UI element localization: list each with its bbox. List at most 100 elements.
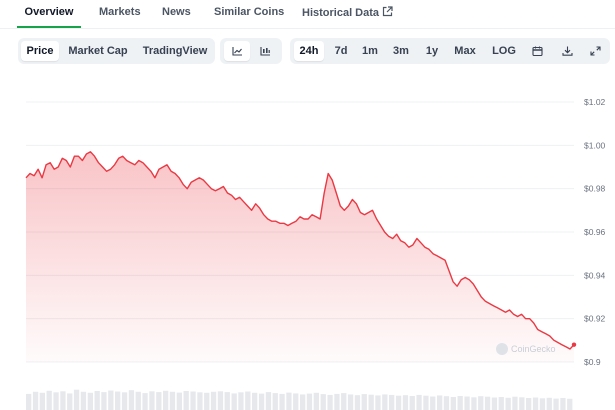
volume-bar bbox=[532, 397, 539, 410]
range-1m[interactable]: 1m bbox=[358, 41, 382, 61]
volume-bar bbox=[231, 393, 237, 410]
volume-bar bbox=[505, 397, 511, 410]
download-icon bbox=[561, 46, 573, 56]
volume-bar bbox=[553, 398, 559, 410]
volume-bar bbox=[560, 398, 566, 410]
volume-bar bbox=[341, 393, 347, 410]
tab-similar-coins[interactable]: Similar Coins bbox=[214, 6, 284, 28]
y-tick-label: $0.96 bbox=[584, 227, 606, 237]
volume-bar bbox=[190, 391, 196, 410]
volume-bar bbox=[567, 398, 573, 410]
log-toggle[interactable]: LOG bbox=[488, 41, 520, 61]
volume-bar bbox=[80, 391, 87, 410]
volume-bar bbox=[128, 390, 135, 410]
volume-bar bbox=[443, 396, 450, 410]
y-tick-label: $1.02 bbox=[584, 97, 606, 107]
external-link-icon bbox=[382, 6, 393, 20]
volume-bar bbox=[464, 396, 470, 410]
volume-bar bbox=[32, 391, 39, 410]
volume-bar bbox=[169, 391, 176, 410]
volume-bars bbox=[26, 389, 573, 410]
volume-bar bbox=[402, 395, 409, 410]
volume-bar bbox=[519, 397, 525, 410]
volume-bar bbox=[265, 392, 272, 410]
volume-bar bbox=[142, 393, 148, 410]
calendar-icon bbox=[531, 46, 543, 56]
price-area bbox=[26, 151, 574, 362]
volume-bar bbox=[334, 393, 340, 410]
volume-bar bbox=[245, 391, 251, 410]
volume-bar bbox=[457, 396, 463, 410]
volume-bar bbox=[327, 394, 333, 410]
volume-bar bbox=[512, 396, 518, 410]
range-1y[interactable]: 1y bbox=[421, 41, 443, 61]
volume-bar bbox=[293, 393, 299, 410]
volume-bar bbox=[471, 397, 477, 410]
coingecko-watermark: CoinGecko bbox=[496, 343, 556, 355]
tab-overview[interactable]: Overview bbox=[17, 6, 81, 28]
volume-bar bbox=[526, 398, 532, 410]
volume-bar bbox=[238, 392, 244, 410]
volume-bar bbox=[279, 393, 285, 410]
y-tick-label: $0.94 bbox=[584, 270, 606, 280]
volume-bar bbox=[210, 391, 217, 410]
volume-bar bbox=[115, 391, 121, 410]
volume-bar bbox=[156, 392, 162, 410]
volume-bar bbox=[320, 394, 326, 410]
y-tick-label: $0.9 bbox=[584, 357, 601, 367]
volume-bar bbox=[546, 397, 552, 410]
volume-bar bbox=[258, 393, 265, 410]
volume-bar bbox=[67, 393, 73, 410]
watermark-text: CoinGecko bbox=[511, 344, 556, 354]
calendar-button[interactable] bbox=[525, 41, 549, 61]
volume-bar bbox=[183, 391, 189, 410]
range-7d[interactable]: 7d bbox=[329, 41, 353, 61]
volume-bar bbox=[272, 393, 278, 410]
volume-bar bbox=[53, 392, 59, 410]
volume-bar bbox=[300, 394, 306, 410]
range-max[interactable]: Max bbox=[449, 41, 481, 61]
tab-historical-data-label: Historical Data bbox=[302, 7, 380, 19]
volume-bar bbox=[437, 395, 443, 410]
line-chart-button[interactable] bbox=[224, 41, 250, 61]
volume-bar bbox=[395, 395, 402, 410]
range-3m[interactable]: 3m bbox=[388, 41, 414, 61]
tab-historical-data[interactable]: Historical Data bbox=[302, 6, 393, 28]
volume-bar bbox=[176, 392, 182, 410]
tab-tradingview[interactable]: TradingView bbox=[139, 41, 211, 61]
volume-bar bbox=[135, 391, 141, 410]
volume-bar bbox=[286, 392, 292, 410]
tab-markets[interactable]: Markets bbox=[99, 6, 141, 28]
volume-bar bbox=[204, 392, 210, 410]
volume-bar bbox=[484, 396, 491, 410]
range-24h[interactable]: 24h bbox=[294, 41, 324, 61]
download-button[interactable] bbox=[555, 41, 579, 61]
volume-bar bbox=[430, 396, 436, 410]
coingecko-logo-icon bbox=[496, 343, 508, 355]
candlestick-chart-button[interactable] bbox=[252, 41, 278, 61]
tab-price[interactable]: Price bbox=[21, 41, 59, 61]
volume-bar bbox=[416, 394, 422, 410]
volume-bar bbox=[498, 397, 504, 410]
y-axis: $1.02 $1.00 $0.98 $0.96 $0.94 $0.92 $0.9 bbox=[584, 97, 606, 367]
volume-bar bbox=[354, 395, 361, 410]
tab-market-cap[interactable]: Market Cap bbox=[63, 41, 133, 61]
volume-bar bbox=[347, 394, 354, 410]
volume-bar bbox=[121, 392, 128, 410]
volume-bar bbox=[73, 389, 80, 410]
volume-bar bbox=[108, 390, 114, 410]
volume-bar bbox=[149, 391, 155, 410]
volume-bar bbox=[368, 394, 374, 410]
volume-bar bbox=[46, 390, 52, 410]
volume-bar bbox=[423, 395, 429, 410]
volume-bar bbox=[450, 397, 456, 410]
volume-bar bbox=[197, 392, 203, 410]
candlestick-chart-icon bbox=[259, 47, 270, 56]
y-tick-label: $1.00 bbox=[584, 140, 606, 150]
volume-bar bbox=[375, 395, 381, 410]
expand-button[interactable] bbox=[584, 41, 606, 61]
tab-news[interactable]: News bbox=[162, 6, 191, 28]
volume-bar bbox=[539, 398, 546, 410]
volume-bar bbox=[224, 392, 230, 410]
top-tabs: Overview Markets News Similar Coins Hist… bbox=[0, 0, 615, 29]
